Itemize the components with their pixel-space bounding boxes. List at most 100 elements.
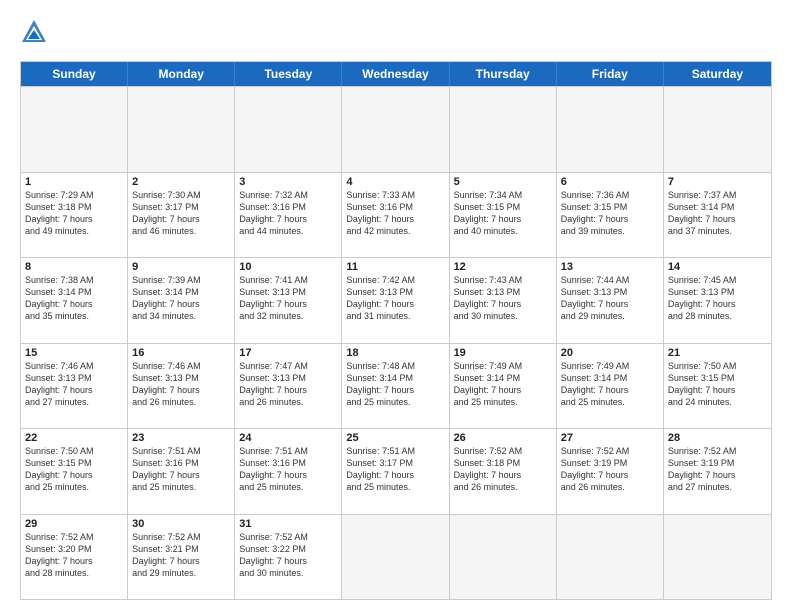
day-number: 7 — [668, 176, 767, 188]
calendar-cell: 23Sunrise: 7:51 AMSunset: 3:16 PMDayligh… — [128, 429, 235, 514]
day-number: 2 — [132, 176, 230, 188]
day-number: 29 — [25, 518, 123, 530]
day-number: 8 — [25, 261, 123, 273]
cell-details: Sunrise: 7:46 AMSunset: 3:13 PMDaylight:… — [132, 360, 230, 409]
calendar-cell: 31Sunrise: 7:52 AMSunset: 3:22 PMDayligh… — [235, 515, 342, 600]
cell-details: Sunrise: 7:52 AMSunset: 3:22 PMDaylight:… — [239, 531, 337, 580]
logo — [20, 18, 52, 51]
cell-details: Sunrise: 7:51 AMSunset: 3:17 PMDaylight:… — [346, 445, 444, 494]
calendar-cell: 25Sunrise: 7:51 AMSunset: 3:17 PMDayligh… — [342, 429, 449, 514]
calendar-row-4: 22Sunrise: 7:50 AMSunset: 3:15 PMDayligh… — [21, 428, 771, 514]
cell-details: Sunrise: 7:30 AMSunset: 3:17 PMDaylight:… — [132, 189, 230, 238]
day-number: 1 — [25, 176, 123, 188]
calendar-cell: 16Sunrise: 7:46 AMSunset: 3:13 PMDayligh… — [128, 344, 235, 429]
calendar-cell — [450, 87, 557, 172]
calendar-cell: 18Sunrise: 7:48 AMSunset: 3:14 PMDayligh… — [342, 344, 449, 429]
header-day-friday: Friday — [557, 62, 664, 86]
calendar-cell — [342, 515, 449, 600]
calendar-cell: 17Sunrise: 7:47 AMSunset: 3:13 PMDayligh… — [235, 344, 342, 429]
cell-details: Sunrise: 7:52 AMSunset: 3:19 PMDaylight:… — [668, 445, 767, 494]
header-day-saturday: Saturday — [664, 62, 771, 86]
cell-details: Sunrise: 7:34 AMSunset: 3:15 PMDaylight:… — [454, 189, 552, 238]
day-number: 18 — [346, 347, 444, 359]
calendar-cell: 6Sunrise: 7:36 AMSunset: 3:15 PMDaylight… — [557, 173, 664, 258]
cell-details: Sunrise: 7:43 AMSunset: 3:13 PMDaylight:… — [454, 274, 552, 323]
cell-details: Sunrise: 7:33 AMSunset: 3:16 PMDaylight:… — [346, 189, 444, 238]
calendar-cell — [557, 515, 664, 600]
day-number: 14 — [668, 261, 767, 273]
day-number: 11 — [346, 261, 444, 273]
day-number: 16 — [132, 347, 230, 359]
header-day-tuesday: Tuesday — [235, 62, 342, 86]
calendar-cell: 10Sunrise: 7:41 AMSunset: 3:13 PMDayligh… — [235, 258, 342, 343]
day-number: 22 — [25, 432, 123, 444]
calendar-cell: 28Sunrise: 7:52 AMSunset: 3:19 PMDayligh… — [664, 429, 771, 514]
calendar-cell — [235, 87, 342, 172]
day-number: 23 — [132, 432, 230, 444]
header-day-thursday: Thursday — [450, 62, 557, 86]
day-number: 21 — [668, 347, 767, 359]
calendar-cell: 22Sunrise: 7:50 AMSunset: 3:15 PMDayligh… — [21, 429, 128, 514]
day-number: 20 — [561, 347, 659, 359]
calendar-cell: 27Sunrise: 7:52 AMSunset: 3:19 PMDayligh… — [557, 429, 664, 514]
header — [20, 18, 772, 51]
day-number: 5 — [454, 176, 552, 188]
cell-details: Sunrise: 7:50 AMSunset: 3:15 PMDaylight:… — [25, 445, 123, 494]
day-number: 12 — [454, 261, 552, 273]
calendar-cell: 3Sunrise: 7:32 AMSunset: 3:16 PMDaylight… — [235, 173, 342, 258]
calendar-row-3: 15Sunrise: 7:46 AMSunset: 3:13 PMDayligh… — [21, 343, 771, 429]
day-number: 30 — [132, 518, 230, 530]
calendar-cell — [342, 87, 449, 172]
day-number: 28 — [668, 432, 767, 444]
day-number: 31 — [239, 518, 337, 530]
cell-details: Sunrise: 7:46 AMSunset: 3:13 PMDaylight:… — [25, 360, 123, 409]
calendar-cell — [664, 515, 771, 600]
cell-details: Sunrise: 7:49 AMSunset: 3:14 PMDaylight:… — [561, 360, 659, 409]
cell-details: Sunrise: 7:47 AMSunset: 3:13 PMDaylight:… — [239, 360, 337, 409]
calendar-cell: 9Sunrise: 7:39 AMSunset: 3:14 PMDaylight… — [128, 258, 235, 343]
calendar-cell: 30Sunrise: 7:52 AMSunset: 3:21 PMDayligh… — [128, 515, 235, 600]
day-number: 15 — [25, 347, 123, 359]
calendar-row-0 — [21, 86, 771, 172]
calendar-cell — [557, 87, 664, 172]
logo-icon — [20, 18, 48, 51]
day-number: 26 — [454, 432, 552, 444]
cell-details: Sunrise: 7:51 AMSunset: 3:16 PMDaylight:… — [132, 445, 230, 494]
calendar-cell: 1Sunrise: 7:29 AMSunset: 3:18 PMDaylight… — [21, 173, 128, 258]
calendar-cell — [450, 515, 557, 600]
calendar-cell: 14Sunrise: 7:45 AMSunset: 3:13 PMDayligh… — [664, 258, 771, 343]
cell-details: Sunrise: 7:41 AMSunset: 3:13 PMDaylight:… — [239, 274, 337, 323]
page: SundayMondayTuesdayWednesdayThursdayFrid… — [0, 0, 792, 612]
calendar-cell: 21Sunrise: 7:50 AMSunset: 3:15 PMDayligh… — [664, 344, 771, 429]
calendar-cell — [128, 87, 235, 172]
cell-details: Sunrise: 7:52 AMSunset: 3:20 PMDaylight:… — [25, 531, 123, 580]
day-number: 3 — [239, 176, 337, 188]
day-number: 13 — [561, 261, 659, 273]
calendar-header: SundayMondayTuesdayWednesdayThursdayFrid… — [21, 62, 771, 86]
cell-details: Sunrise: 7:38 AMSunset: 3:14 PMDaylight:… — [25, 274, 123, 323]
calendar-cell: 11Sunrise: 7:42 AMSunset: 3:13 PMDayligh… — [342, 258, 449, 343]
day-number: 10 — [239, 261, 337, 273]
calendar-row-2: 8Sunrise: 7:38 AMSunset: 3:14 PMDaylight… — [21, 257, 771, 343]
day-number: 9 — [132, 261, 230, 273]
day-number: 17 — [239, 347, 337, 359]
cell-details: Sunrise: 7:39 AMSunset: 3:14 PMDaylight:… — [132, 274, 230, 323]
cell-details: Sunrise: 7:29 AMSunset: 3:18 PMDaylight:… — [25, 189, 123, 238]
calendar-cell — [664, 87, 771, 172]
day-number: 4 — [346, 176, 444, 188]
cell-details: Sunrise: 7:42 AMSunset: 3:13 PMDaylight:… — [346, 274, 444, 323]
calendar-row-1: 1Sunrise: 7:29 AMSunset: 3:18 PMDaylight… — [21, 172, 771, 258]
cell-details: Sunrise: 7:45 AMSunset: 3:13 PMDaylight:… — [668, 274, 767, 323]
calendar-cell: 2Sunrise: 7:30 AMSunset: 3:17 PMDaylight… — [128, 173, 235, 258]
day-number: 6 — [561, 176, 659, 188]
calendar-cell: 7Sunrise: 7:37 AMSunset: 3:14 PMDaylight… — [664, 173, 771, 258]
header-day-monday: Monday — [128, 62, 235, 86]
calendar-cell: 24Sunrise: 7:51 AMSunset: 3:16 PMDayligh… — [235, 429, 342, 514]
day-number: 24 — [239, 432, 337, 444]
calendar-cell: 5Sunrise: 7:34 AMSunset: 3:15 PMDaylight… — [450, 173, 557, 258]
calendar-cell: 13Sunrise: 7:44 AMSunset: 3:13 PMDayligh… — [557, 258, 664, 343]
calendar-cell: 20Sunrise: 7:49 AMSunset: 3:14 PMDayligh… — [557, 344, 664, 429]
cell-details: Sunrise: 7:32 AMSunset: 3:16 PMDaylight:… — [239, 189, 337, 238]
calendar-cell: 29Sunrise: 7:52 AMSunset: 3:20 PMDayligh… — [21, 515, 128, 600]
calendar-cell: 12Sunrise: 7:43 AMSunset: 3:13 PMDayligh… — [450, 258, 557, 343]
